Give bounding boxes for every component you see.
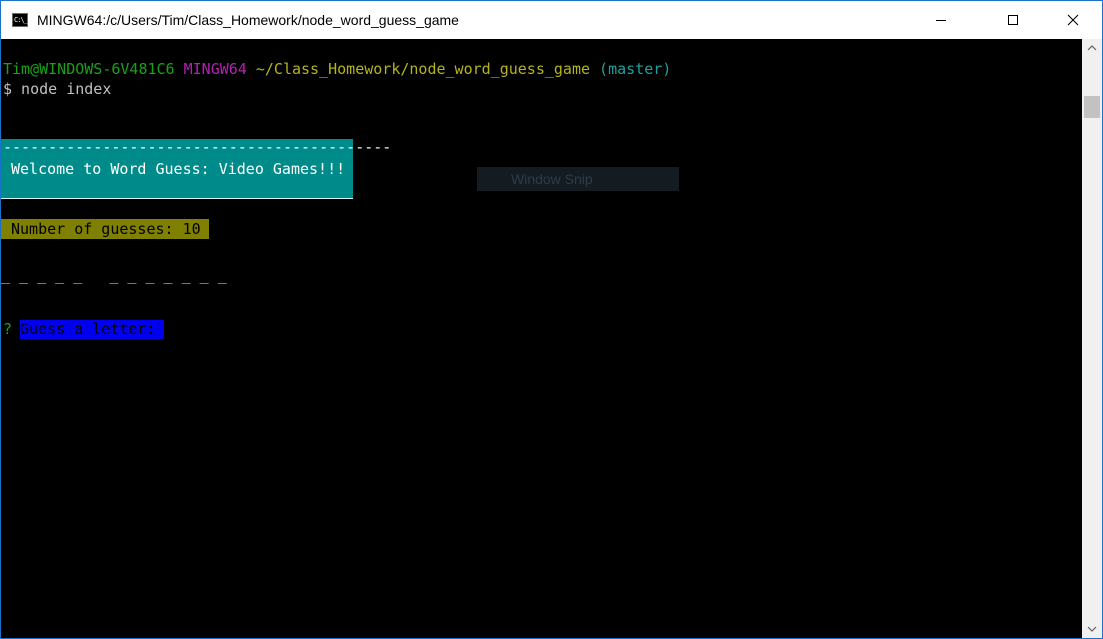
close-icon [1067,14,1079,26]
chevron-down-icon [1087,626,1097,632]
maximize-button[interactable] [990,1,1036,39]
close-button[interactable] [1050,1,1096,39]
minimize-button[interactable] [918,1,964,39]
terminal-icon[interactable]: C:\_ [12,13,28,27]
title-bar[interactable]: C:\_ MINGW64:/c/Users/Tim/Class_Homework… [1,1,1102,39]
prompt-path: ~/Class_Homework/node_word_guess_game [255,60,591,78]
window-title: MINGW64:/c/Users/Tim/Class_Homework/node… [37,12,459,28]
word-blanks: _ _ _ _ _ _ _ _ _ _ _ _ [1,266,227,284]
question-mark: ? [3,320,13,338]
terminal-output[interactable]: Tim@WINDOWS-6V481C6 MINGW64 ~/Class_Home… [1,39,1082,638]
guess-letter-label: Guess a letter: [20,320,165,338]
prompt-shell: MINGW64 [183,60,247,78]
vertical-scrollbar[interactable] [1082,39,1102,638]
scroll-down-button[interactable] [1082,620,1102,638]
maximize-icon [1008,15,1018,25]
terminal-icon-glyph: C:\_ [14,16,28,24]
scroll-thumb[interactable] [1084,96,1100,118]
shell-prompt: Tim@WINDOWS-6V481C6 MINGW64 ~/Class_Home… [3,59,671,79]
banner-dashes: ----------------------------------------… [3,138,392,156]
guesses-counter: Number of guesses: 10 [1,219,209,239]
window-snip-label: Window Snip [511,171,593,187]
prompt-branch: (master) [599,60,672,78]
scroll-up-button[interactable] [1082,39,1102,57]
welcome-banner: ----------------------------------------… [1,139,391,199]
guesses-text: Number of guesses: 10 [11,220,201,238]
command-line: $ node index [3,80,112,98]
window-snip-overlay: Window Snip [477,167,679,191]
minimize-icon [936,20,946,21]
banner-message: Welcome to Word Guess: Video Games!!! [11,160,346,178]
guess-letter-input[interactable]: Guess a letter: [20,320,164,339]
terminal-window: C:\_ MINGW64:/c/Users/Tim/Class_Homework… [0,0,1103,639]
chevron-up-icon [1087,45,1097,51]
prompt-user-host: Tim@WINDOWS-6V481C6 [3,60,175,78]
